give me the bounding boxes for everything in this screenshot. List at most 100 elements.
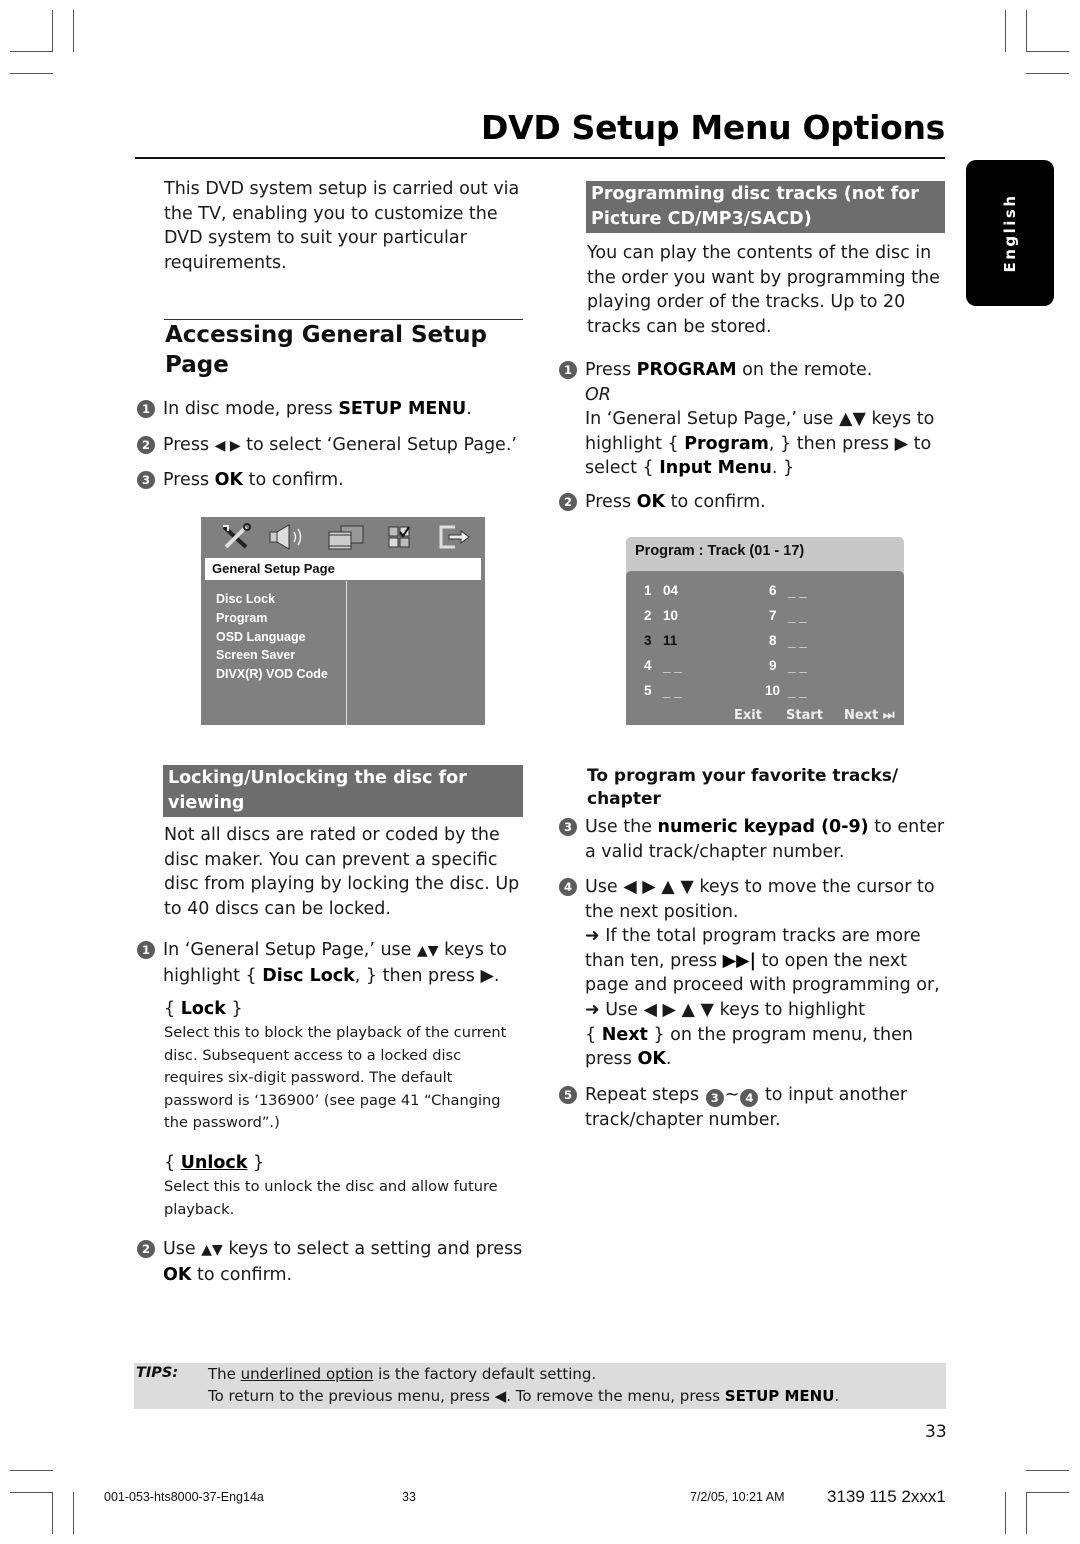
menu-item-screen-saver[interactable]: Screen Saver (216, 646, 328, 665)
step-number-badge: 2 (137, 436, 155, 454)
crop-mark (1005, 1492, 1006, 1534)
step-ref-badge: 3 (705, 1089, 724, 1108)
note-text: ➜ If the total program tracks are more (585, 926, 921, 947)
speaker-icon (269, 524, 302, 550)
step-number-badge: 2 (559, 493, 577, 511)
tips-text: To return to the previous menu, press ◀.… (208, 1387, 725, 1405)
text-line: the order you want by programming the (587, 267, 940, 288)
text-line: disc from playing by locking the disc. U… (164, 874, 520, 895)
note-text: page and proceed with programming or, (585, 975, 940, 996)
crop-mark (73, 10, 74, 52)
step-text: a valid track/chapter number. (585, 841, 845, 862)
menu-item-disc-lock[interactable]: Disc Lock (216, 590, 328, 609)
wrench-screwdriver-icon (222, 523, 251, 549)
slot-index: 5 (644, 683, 652, 698)
setup-menu-list: Disc Lock Program OSD Language Screen Sa… (216, 590, 328, 684)
slot-value-selected[interactable]: 11 (663, 633, 677, 648)
programming-intro: You can play the contents of the disc in… (587, 241, 940, 339)
programming-heading: Programming disc tracks (not for Picture… (586, 181, 945, 233)
language-tab-label: English (1001, 193, 1019, 273)
step-ref-badge: 4 (740, 1089, 759, 1108)
slot-value[interactable]: _ _ (663, 684, 682, 699)
option-name: Disc Lock (262, 965, 355, 986)
slot-value[interactable]: _ _ (788, 684, 807, 699)
step-text: Press (163, 470, 215, 490)
step-number-badge: 4 (559, 878, 577, 896)
accessing-heading: Accessing General Setup Page (165, 320, 487, 380)
slot-value[interactable]: _ _ (788, 634, 807, 649)
note-text: ➜ Use ◀ ▶ ▲ ▼ keys to highlight (585, 999, 865, 1020)
step-text: to confirm. (191, 1264, 293, 1285)
step-number-badge: 1 (137, 941, 155, 959)
slot-index: 2 (644, 608, 652, 623)
step-text: In ‘General Setup Page,’ use ▲▼ keys to (585, 409, 935, 430)
heading-line: chapter (587, 789, 661, 809)
text-line: disc. Subsequent access to a locked disc (164, 1046, 462, 1064)
crop-mark (52, 1492, 53, 1534)
heading-line: viewing (168, 792, 245, 813)
slot-value[interactable]: _ _ (788, 584, 807, 599)
accessing-step-1: 1 In disc mode, press SETUP MENU. (137, 397, 472, 422)
option-name: Input Menu (659, 458, 772, 479)
crop-mark (1026, 1470, 1069, 1471)
step-text: . } (771, 458, 795, 479)
lock-option-description: Select this to block the playback of the… (164, 1022, 506, 1135)
slot-value[interactable]: 10 (663, 608, 678, 623)
crop-mark (10, 1470, 53, 1471)
crop-mark (1026, 1492, 1069, 1493)
step-text: Use ◀ ▶ ▲ ▼ keys to move the cursor to (585, 877, 935, 897)
step-number-badge: 2 (137, 1240, 155, 1258)
step-key: OK (163, 1264, 192, 1285)
step-text: ~ (724, 1085, 740, 1105)
crop-mark (10, 73, 53, 74)
step-text: to select ‘General Setup Page.’ (240, 435, 517, 455)
menu-item-program[interactable]: Program (216, 609, 328, 628)
slot-index: 8 (769, 633, 777, 648)
programming-step-3: 3 Use the numeric keypad (0-9) to enter … (559, 815, 944, 864)
step-key: numeric keypad (0-9) (657, 817, 869, 837)
text-line: Not all discs are rated or coded by the (164, 825, 500, 845)
slot-index: 7 (769, 608, 777, 623)
program-screen-body: 1 04 2 10 3 11 4 _ _ 5 _ _ 6 _ _ 7 _ _ 8… (626, 571, 904, 725)
text-line: playing order of the tracks. Up to 20 (587, 292, 906, 313)
tips-text-underlined: underlined option (240, 1365, 374, 1383)
accessing-step-2: 2 Press ◀ ▶ to select ‘General Setup Pag… (137, 433, 517, 459)
text-line: Select this to block the playback of the… (164, 1024, 507, 1041)
slot-value[interactable]: _ _ (788, 659, 807, 674)
note-text: press (585, 1049, 638, 1070)
menu-item-osd-language[interactable]: OSD Language (216, 628, 328, 647)
heading-line: Accessing General Setup (165, 322, 487, 348)
step-text: Press (585, 360, 637, 380)
tips-line-2: To return to the previous menu, press ◀.… (208, 1387, 839, 1405)
footer-page: 33 (402, 1490, 416, 1504)
general-setup-page-tab[interactable]: General Setup Page (205, 558, 481, 580)
crop-mark (1026, 1492, 1027, 1534)
exit-icon (439, 525, 470, 549)
start-button[interactable]: Start (786, 708, 823, 723)
locking-heading: Locking/Unlocking the disc for viewing (163, 765, 523, 817)
slot-value[interactable]: _ _ (788, 609, 807, 624)
slot-index: 1 (644, 583, 652, 598)
programming-step-1: 1 Press PROGRAM on the remote. OR In ‘Ge… (559, 358, 934, 481)
note-text: } on the program menu, then (647, 1024, 913, 1045)
step-text: Repeat steps (585, 1085, 705, 1105)
slot-value[interactable]: 04 (663, 583, 678, 598)
exit-button[interactable]: Exit (734, 708, 762, 723)
heading-line: Page (165, 352, 229, 378)
text-line: playback. (164, 1200, 235, 1218)
step-text: In disc mode, press (163, 399, 339, 419)
option-name: Next (601, 1024, 648, 1045)
step-text: highlight { (585, 433, 685, 454)
brace: { (164, 1153, 181, 1173)
step-text: Use (163, 1239, 202, 1259)
locking-step-1: 1 In ‘General Setup Page,’ use ▲▼ keys t… (137, 938, 507, 988)
menu-item-divx-vod-code[interactable]: DIVX(R) VOD Code (216, 665, 328, 684)
step-number-badge: 3 (137, 471, 155, 489)
crop-mark (1026, 73, 1069, 74)
step-key: OK (636, 492, 666, 512)
next-button[interactable]: Next ⏭ (844, 708, 895, 723)
film-icon (328, 525, 364, 550)
slot-value[interactable]: _ _ (663, 659, 682, 674)
option-name: Program (684, 433, 769, 454)
text-line: to 40 discs can be locked. (164, 898, 391, 919)
